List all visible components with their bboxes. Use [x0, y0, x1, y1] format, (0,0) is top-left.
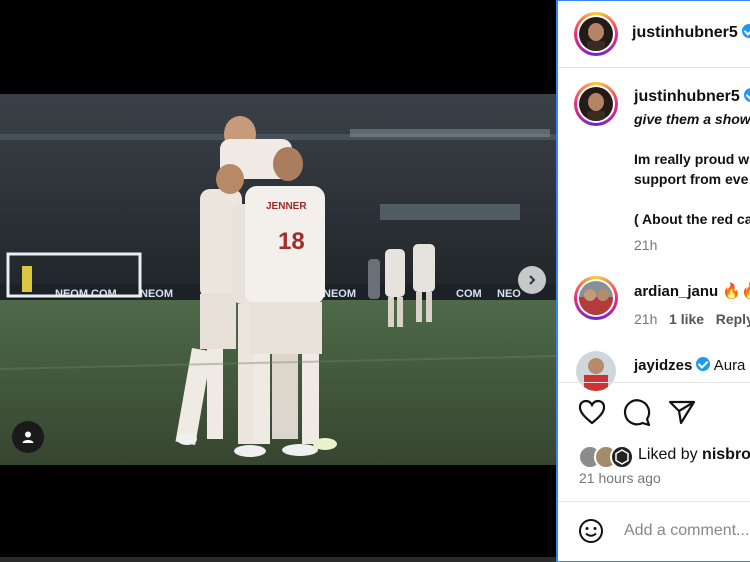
jersey-name: JENNER: [266, 201, 307, 212]
caption-author-link[interactable]: justinhubner5: [634, 88, 750, 106]
caption-author-avatar[interactable]: [574, 82, 618, 126]
comment-body: ardian_janu 🔥🔥: [634, 282, 750, 300]
board-text: NEOM: [140, 288, 173, 300]
add-comment-input[interactable]: Add a comment...: [624, 522, 749, 540]
reply-button[interactable]: Reply: [716, 311, 750, 327]
comment-text: Aura: [713, 357, 746, 374]
tagged-users-button[interactable]: [12, 421, 44, 453]
verified-badge-icon: [696, 357, 711, 371]
emoji-icon[interactable]: [578, 518, 604, 544]
comment-meta: 21h 1 like Reply: [634, 311, 750, 327]
caption-line: give them a show: [634, 111, 750, 127]
verified-badge-icon: [741, 24, 750, 38]
user-icon: [22, 431, 34, 443]
comment-text: 🔥🔥: [722, 283, 750, 300]
caption-line: Im really proud w: [634, 151, 750, 167]
verified-badge-icon: [743, 88, 750, 102]
liked-by-text: Liked by nisbro: [638, 446, 750, 463]
liker-avatar[interactable]: [610, 445, 634, 469]
jersey-number: 18: [278, 228, 305, 255]
send-icon[interactable]: [668, 399, 696, 425]
comment-username[interactable]: jayidzes: [634, 357, 692, 374]
post-details-panel: justinhubner5 justinhubner5 give them a …: [556, 0, 750, 562]
next-post-strip: [0, 557, 556, 562]
board-text: NEO: [497, 288, 521, 300]
board-text: COM: [456, 288, 482, 300]
heart-icon[interactable]: [578, 399, 606, 425]
liked-by-user-link[interactable]: nisbro: [702, 446, 750, 463]
board-text: NEOM: [323, 288, 356, 300]
comment-time[interactable]: 21h: [634, 311, 657, 327]
author-username-link[interactable]: justinhubner5: [632, 24, 750, 42]
caption-time[interactable]: 21h: [634, 237, 657, 253]
post-image: NEOM.COM NEOM NEOM COM NEO JENNER 18: [0, 94, 556, 465]
comment-body: jayidzes Aura: [634, 357, 745, 374]
post-timestamp[interactable]: 21 hours ago: [579, 470, 661, 486]
comment-bubble-icon[interactable]: [623, 399, 651, 427]
header-divider: [558, 67, 750, 68]
commenter-avatar[interactable]: [574, 276, 618, 320]
chevron-right-icon: [529, 275, 536, 285]
author-avatar[interactable]: [574, 12, 618, 56]
caption-line: support from eve: [634, 171, 749, 187]
composer-divider: [558, 501, 750, 502]
actions-divider: [558, 382, 750, 383]
comment-username[interactable]: ardian_janu: [634, 283, 718, 300]
caption-line: ( About the red ca: [634, 211, 750, 227]
comment-likes[interactable]: 1 like: [669, 311, 704, 327]
stadium-photo: NEOM.COM NEOM NEOM COM NEO JENNER 18: [0, 94, 556, 465]
next-image-button[interactable]: [518, 266, 546, 294]
board-text: NEOM.COM: [55, 288, 117, 300]
commenter-avatar[interactable]: [576, 351, 616, 391]
